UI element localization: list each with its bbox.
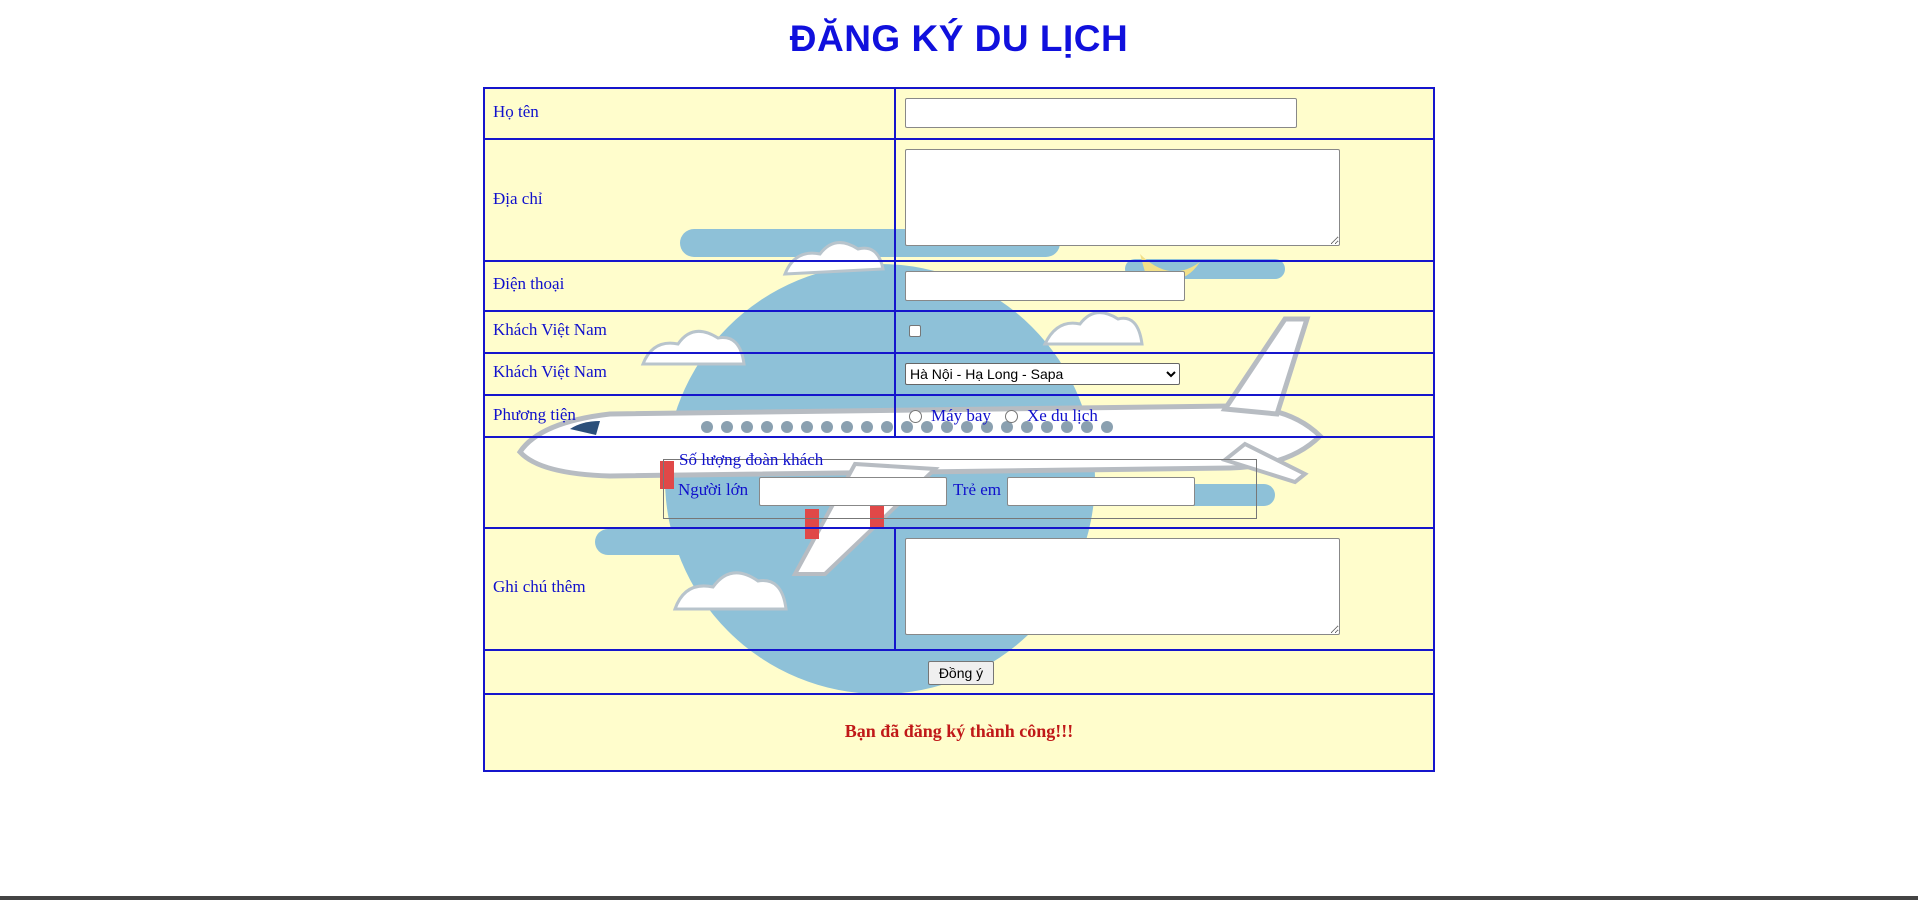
full-name-input[interactable] (905, 98, 1297, 128)
submit-button[interactable]: Đồng ý (928, 661, 994, 685)
tour-select[interactable]: Hà Nội - Hạ Long - Sapa (905, 363, 1180, 385)
group-size-fieldset: Số lượng đoàn khách Người lớn Trẻ em (663, 450, 1257, 519)
row-success: Bạn đã đăng ký thành công!!! (485, 695, 1433, 770)
row-address: Địa chỉ (485, 140, 1433, 262)
notes-label: Ghi chú thêm (493, 577, 586, 596)
transport-bus-label[interactable]: Xe du lịch (1027, 406, 1098, 426)
page-title: ĐĂNG KÝ DU LỊCH (789, 18, 1129, 59)
full-name-label: Họ tên (493, 102, 539, 121)
transport-airplane-radio[interactable] (909, 410, 922, 423)
transport-bus-radio[interactable] (1005, 410, 1018, 423)
registration-form: Họ tên Địa chỉ Điện thoại Khách Việt Nam… (483, 87, 1435, 772)
row-group-size: Số lượng đoàn khách Người lớn Trẻ em (485, 438, 1433, 529)
row-submit: Đồng ý (485, 651, 1433, 695)
row-phone: Điện thoại (485, 262, 1433, 312)
tour-label: Khách Việt Nam (493, 362, 607, 381)
group-size-legend: Số lượng đoàn khách (679, 450, 824, 469)
children-input[interactable] (1007, 477, 1195, 506)
row-transport: Phương tiện Máy bay Xe du lịch (485, 396, 1433, 438)
adults-label: Người lớn (678, 480, 749, 499)
row-full-name: Họ tên (485, 89, 1433, 140)
address-textarea[interactable] (905, 149, 1340, 246)
row-vietnamese-guest: Khách Việt Nam (485, 312, 1433, 354)
adults-input[interactable] (759, 477, 947, 506)
notes-textarea[interactable] (905, 538, 1340, 635)
phone-label: Điện thoại (493, 274, 565, 293)
children-label: Trẻ em (953, 480, 1002, 499)
transport-airplane-label[interactable]: Máy bay (931, 406, 991, 426)
row-tour: Khách Việt Nam Hà Nội - Hạ Long - Sapa (485, 354, 1433, 396)
vietnamese-guest-checkbox[interactable] (909, 325, 921, 337)
row-notes: Ghi chú thêm (485, 529, 1433, 651)
transport-label: Phương tiện (493, 405, 576, 424)
address-label: Địa chỉ (493, 189, 543, 208)
vietnamese-guest-label: Khách Việt Nam (493, 320, 607, 339)
phone-input[interactable] (905, 271, 1185, 301)
success-message: Bạn đã đăng ký thành công!!! (844, 721, 1074, 741)
window-bottom-edge (0, 896, 1918, 900)
